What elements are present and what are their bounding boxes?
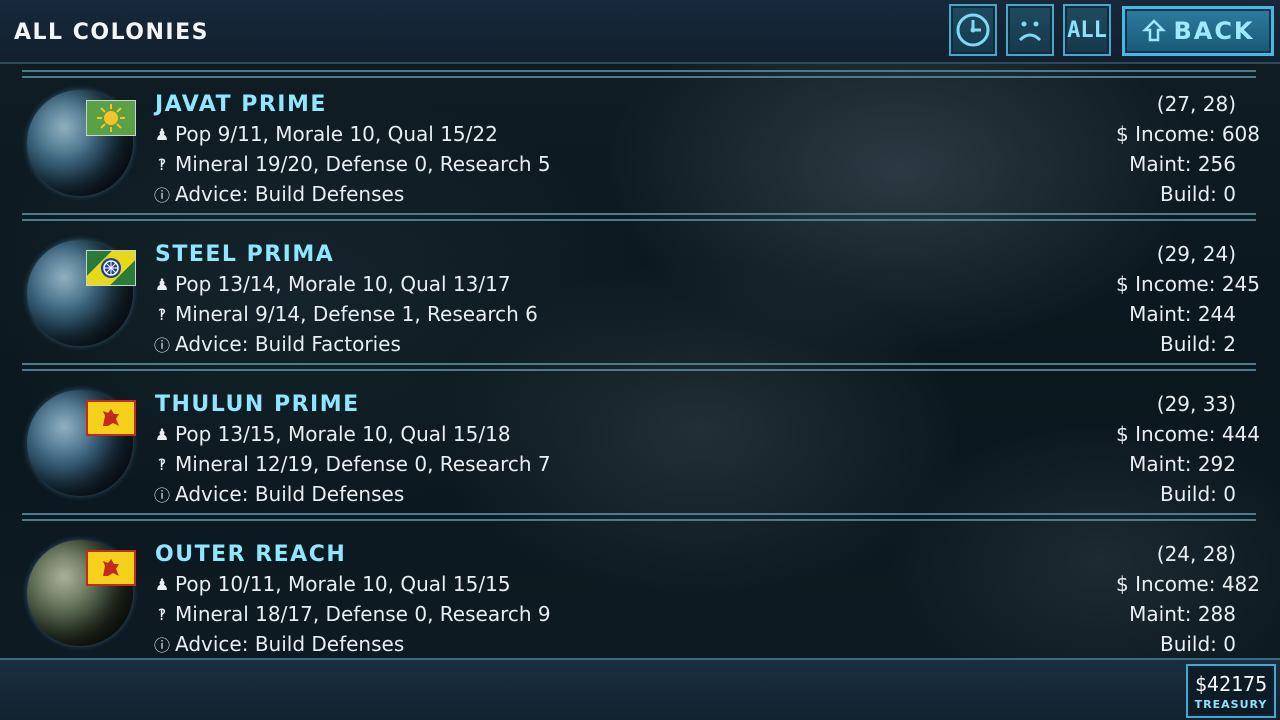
colony-coords: (29, 33) — [1156, 392, 1236, 416]
frown-face-icon — [1018, 21, 1042, 42]
colony-stats-line: ‽ Mineral 9/14, Defense 1, Research 6 — [153, 302, 538, 326]
credits-icon: $ — [1116, 422, 1129, 446]
person-icon: ♟ — [154, 124, 170, 144]
colony-row[interactable]: STEEL PRIMA ♟ Pop 13/14, Morale 10, Qual… — [22, 216, 1260, 366]
colony-name: STEEL PRIMA — [155, 242, 335, 267]
colony-build: Build: 0 — [1159, 482, 1236, 506]
colony-stats: Mineral 18/17, Defense 0, Research 9 — [175, 602, 551, 626]
person-icon: ♟ — [154, 574, 170, 594]
lion-flag-icon — [86, 550, 136, 586]
colony-pop: Pop 13/15, Morale 10, Qual 15/18 — [175, 422, 511, 446]
colony-income-line: $ Income: 482 — [1116, 572, 1260, 596]
back-button[interactable]: BACK — [1122, 6, 1274, 56]
colony-pop-line: ♟ Pop 13/14, Morale 10, Qual 13/17 — [153, 272, 511, 296]
colony-income: Income: 444 — [1135, 422, 1260, 446]
colony-advice-line: ⓘ Advice: Build Defenses — [153, 482, 404, 506]
timer-button[interactable] — [949, 4, 997, 56]
colony-build: Build: 0 — [1159, 182, 1236, 206]
back-arrow-icon — [1142, 19, 1167, 42]
colony-advice: Advice: Build Defenses — [175, 182, 405, 206]
colony-maint: Maint: 292 — [1129, 452, 1236, 476]
mineral-icon: ‽ — [157, 154, 167, 174]
colony-coords: (29, 24) — [1156, 242, 1236, 266]
colony-advice-line: ⓘ Advice: Build Defenses — [153, 182, 404, 206]
colony-build: Build: 2 — [1159, 332, 1236, 356]
mineral-icon: ‽ — [157, 304, 167, 324]
colony-pop-line: ♟ Pop 10/11, Morale 10, Qual 15/15 — [153, 572, 511, 596]
colony-stats: Mineral 9/14, Defense 1, Research 6 — [175, 302, 538, 326]
colony-row[interactable]: THULUN PRIME ♟ Pop 13/15, Morale 10, Qua… — [22, 366, 1260, 516]
colony-income-line: $ Income: 245 — [1116, 272, 1260, 296]
info-icon: ⓘ — [153, 336, 170, 355]
person-icon: ♟ — [154, 424, 170, 444]
info-icon: ⓘ — [153, 186, 170, 205]
sun-flag-icon — [86, 100, 136, 136]
unhappy-colonies-button[interactable] — [1006, 4, 1054, 56]
colony-advice-line: ⓘ Advice: Build Factories — [153, 332, 401, 356]
mineral-icon: ‽ — [157, 604, 167, 624]
colony-maint: Maint: 244 — [1129, 302, 1236, 326]
colony-stats: Mineral 12/19, Defense 0, Research 7 — [175, 452, 551, 476]
clock-icon — [956, 13, 990, 47]
colony-pop: Pop 13/14, Morale 10, Qual 13/17 — [175, 272, 511, 296]
lion-flag-icon — [86, 400, 136, 436]
footer-bar — [0, 658, 1280, 720]
treasury-label: TREASURY — [1194, 698, 1268, 711]
person-icon: ♟ — [154, 274, 170, 294]
page-title: ALL COLONIES — [14, 20, 209, 45]
colony-income: Income: 245 — [1135, 272, 1260, 296]
colony-stats: Mineral 19/20, Defense 0, Research 5 — [175, 152, 551, 176]
colony-advice: Advice: Build Defenses — [175, 482, 405, 506]
colony-row[interactable]: JAVAT PRIME ♟ Pop 9/11, Morale 10, Qual … — [22, 66, 1260, 216]
credits-icon: $ — [1116, 122, 1129, 146]
show-all-button[interactable]: ALL — [1063, 4, 1111, 56]
colony-pop: Pop 10/11, Morale 10, Qual 15/15 — [175, 572, 511, 596]
colony-coords: (24, 28) — [1156, 542, 1236, 566]
mineral-icon: ‽ — [157, 454, 167, 474]
colony-income: Income: 608 — [1135, 122, 1260, 146]
treasury-panel: $42175 TREASURY — [1186, 664, 1276, 718]
back-label: BACK — [1173, 17, 1255, 45]
info-icon: ⓘ — [153, 486, 170, 505]
colony-name: THULUN PRIME — [155, 392, 360, 417]
colony-maint: Maint: 256 — [1129, 152, 1236, 176]
colony-stats-line: ‽ Mineral 19/20, Defense 0, Research 5 — [153, 152, 551, 176]
colony-pop-line: ♟ Pop 9/11, Morale 10, Qual 15/22 — [153, 122, 498, 146]
wheel-flag-icon — [86, 250, 136, 286]
info-icon: ⓘ — [153, 636, 170, 655]
colony-name: JAVAT PRIME — [155, 92, 327, 117]
header-bar: ALL COLONIES ALL BACK — [0, 0, 1280, 64]
colony-build: Build: 0 — [1159, 632, 1236, 656]
colony-stats-line: ‽ Mineral 18/17, Defense 0, Research 9 — [153, 602, 551, 626]
credits-icon: $ — [1116, 572, 1129, 596]
colony-maint: Maint: 288 — [1129, 602, 1236, 626]
show-all-label: ALL — [1067, 17, 1107, 43]
colony-pop-line: ♟ Pop 13/15, Morale 10, Qual 15/18 — [153, 422, 511, 446]
credits-icon: $ — [1116, 272, 1129, 296]
colony-stats-line: ‽ Mineral 12/19, Defense 0, Research 7 — [153, 452, 551, 476]
colony-name: OUTER REACH — [155, 542, 347, 567]
colony-income-line: $ Income: 444 — [1116, 422, 1260, 446]
colony-pop: Pop 9/11, Morale 10, Qual 15/22 — [175, 122, 498, 146]
colony-row[interactable]: OUTER REACH ♟ Pop 10/11, Morale 10, Qual… — [22, 516, 1260, 666]
colony-advice: Advice: Build Defenses — [175, 632, 405, 656]
treasury-amount: $42175 — [1194, 672, 1268, 696]
colony-income: Income: 482 — [1135, 572, 1260, 596]
colony-income-line: $ Income: 608 — [1116, 122, 1260, 146]
colony-advice: Advice: Build Factories — [175, 332, 401, 356]
colony-advice-line: ⓘ Advice: Build Defenses — [153, 632, 404, 656]
colony-coords: (27, 28) — [1156, 92, 1236, 116]
